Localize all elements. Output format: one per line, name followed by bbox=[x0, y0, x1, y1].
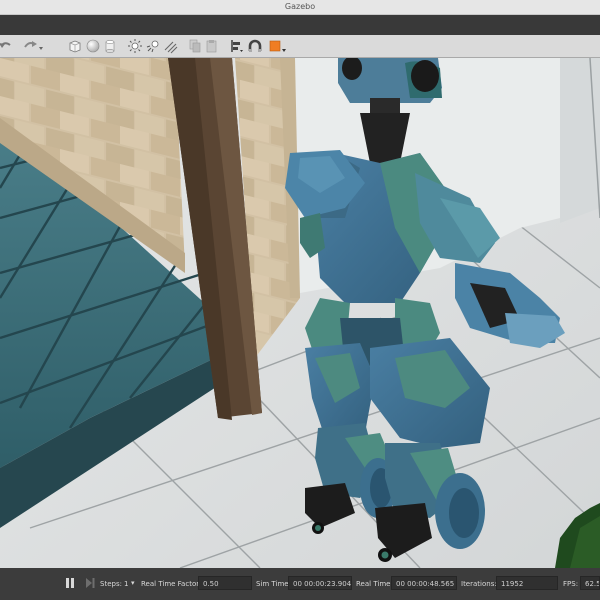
paste-icon bbox=[206, 40, 217, 53]
iterations-field: 11952 bbox=[496, 576, 558, 590]
step-button[interactable] bbox=[84, 577, 96, 589]
step-forward-icon bbox=[86, 578, 95, 588]
paste-button[interactable] bbox=[205, 38, 219, 54]
steps-value[interactable]: 1 bbox=[124, 580, 128, 588]
sim-time-field: 00 00:00:23.904 bbox=[288, 576, 352, 590]
menu-bar bbox=[0, 15, 600, 35]
toolbar bbox=[0, 35, 600, 58]
change-color-icon bbox=[269, 40, 286, 52]
status-bar: Steps: 1 ▾ Real Time Factor: 0.50 Sim Ti… bbox=[0, 568, 600, 600]
fps-field: 62.54 bbox=[580, 576, 600, 590]
copy-button[interactable] bbox=[188, 38, 202, 54]
box-shape-icon bbox=[69, 40, 81, 53]
spot-light-icon bbox=[146, 40, 159, 53]
directional-light-icon bbox=[164, 41, 178, 54]
pause-icon bbox=[66, 578, 74, 588]
pause-button[interactable] bbox=[64, 577, 76, 589]
window-titlebar: Gazebo bbox=[0, 0, 600, 15]
redo-button[interactable] bbox=[22, 38, 44, 54]
undo-icon bbox=[0, 42, 11, 48]
sphere-shape-icon bbox=[86, 39, 100, 53]
undo-button[interactable] bbox=[0, 38, 14, 54]
scene-viewport[interactable] bbox=[0, 58, 600, 568]
real-time-label: Real Time: bbox=[356, 580, 393, 588]
scene-render bbox=[0, 58, 600, 568]
cylinder-shape-button[interactable] bbox=[103, 38, 117, 54]
sphere-shape-button[interactable] bbox=[85, 38, 101, 54]
fps-label: FPS: bbox=[563, 580, 579, 588]
spot-light-button[interactable] bbox=[145, 38, 161, 54]
box-shape-button[interactable] bbox=[67, 38, 83, 54]
point-light-button[interactable] bbox=[127, 38, 143, 54]
cylinder-shape-icon bbox=[105, 40, 115, 53]
align-icon bbox=[231, 40, 243, 52]
redo-icon bbox=[24, 41, 43, 50]
real-time-field: 00 00:00:48.565 bbox=[391, 576, 457, 590]
real-time-factor-label: Real Time Factor: bbox=[141, 580, 202, 588]
snap-icon bbox=[248, 39, 262, 52]
point-light-icon bbox=[128, 39, 142, 53]
chevron-down-icon[interactable]: ▾ bbox=[131, 579, 135, 587]
align-button[interactable] bbox=[229, 38, 245, 54]
sim-time-label: Sim Time: bbox=[256, 580, 291, 588]
iterations-label: Iterations: bbox=[461, 580, 497, 588]
snap-button[interactable] bbox=[247, 38, 263, 54]
steps-label: Steps: bbox=[100, 580, 122, 588]
change-color-button[interactable] bbox=[268, 38, 288, 54]
real-time-factor-field: 0.50 bbox=[198, 576, 252, 590]
window-title: Gazebo bbox=[284, 2, 316, 11]
directional-light-button[interactable] bbox=[163, 38, 179, 54]
copy-icon bbox=[189, 39, 201, 53]
